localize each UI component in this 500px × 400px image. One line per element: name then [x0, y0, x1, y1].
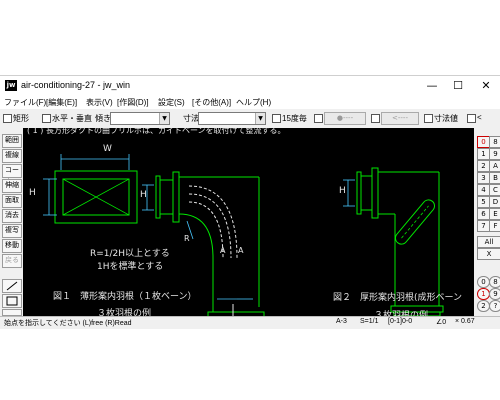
status-bar: 始点を指示してください (L)free (R)Read A-3 S=1/1 [0…: [0, 316, 500, 329]
fig2-caption: 図２ 厚形案内羽根(成形ベーン: [333, 293, 463, 303]
current-layer[interactable]: [0-1]0-0: [388, 318, 412, 325]
layer-8[interactable]: 8: [489, 136, 500, 148]
circle-tool-button[interactable]: [2, 309, 22, 316]
rect-checkbox[interactable]: [3, 114, 12, 123]
fig1-plan-view: [43, 154, 138, 224]
deg15-checkbox[interactable]: [272, 114, 281, 123]
lt-checkbox[interactable]: [467, 114, 476, 123]
layer-x-button[interactable]: X: [477, 248, 500, 260]
dim-combo[interactable]: ▼: [198, 112, 266, 125]
dimval-label: 寸法値: [434, 114, 458, 123]
paper-size[interactable]: A-3: [336, 318, 347, 325]
tool-corner[interactable]: コーナー: [2, 164, 22, 186]
note-radius: R=1/2H以上とする: [90, 249, 170, 259]
tool-move[interactable]: 移動: [2, 239, 22, 253]
duct-drawing: [43, 154, 444, 316]
tool-options-bar: 矩形 水平・垂直 傾き ▼ 寸法 ▼ 15度毎 ●---- <---- 寸法値 …: [0, 110, 500, 127]
tool-erase[interactable]: 消去: [2, 209, 22, 223]
window-title: air-conditioning-27 - jw_win: [21, 80, 131, 90]
tilt-label: 傾き: [95, 114, 111, 123]
menu-file[interactable]: ファイル(F): [4, 97, 46, 108]
height-dim-label: H: [29, 188, 36, 198]
menu-bar: ファイル(F) [編集(E)] 表示(V) [作図(D)] 設定(S) [その他…: [0, 96, 500, 109]
status-message: 始点を指示してください (L)free (R)Read: [4, 320, 132, 327]
group-8-circle[interactable]: 8: [489, 276, 500, 288]
arrow-button[interactable]: <----: [381, 112, 419, 125]
zoom-level[interactable]: × 0.67: [455, 318, 475, 325]
rect-tool-button[interactable]: [2, 294, 22, 308]
lt-label: <: [477, 113, 482, 122]
note-standard: 1Hを標準とする: [97, 262, 164, 272]
menu-other[interactable]: [その他(A)]: [192, 97, 231, 108]
drawing-canvas[interactable]: ( 1 ) 長方形ダクトの曲ブリルボは、カイトベーンを取付けて整流する。 W H…: [23, 128, 474, 316]
menu-help[interactable]: ヘルプ(H): [236, 97, 271, 108]
dimval-checkbox[interactable]: [424, 114, 433, 123]
hv-label: 水平・垂直: [52, 114, 92, 123]
tool-undo[interactable]: 戻る: [2, 254, 22, 268]
hv-checkbox[interactable]: [42, 114, 51, 123]
fig1-subcaption: ３枚羽根の例: [97, 309, 152, 316]
tool-copy[interactable]: 複写: [2, 224, 22, 238]
angle[interactable]: ∠0: [436, 318, 446, 326]
close-button[interactable]: ✕: [472, 76, 500, 96]
line-tool-button[interactable]: [2, 279, 22, 293]
menu-edit[interactable]: [編集(E)]: [46, 97, 77, 108]
layer-D[interactable]: D: [489, 196, 500, 208]
rectangle-icon: [6, 296, 18, 306]
layer-9[interactable]: 9: [489, 148, 500, 160]
tool-extend[interactable]: 伸縮: [2, 179, 22, 193]
layer-A[interactable]: A: [489, 160, 500, 172]
menu-draw[interactable]: [作図(D)]: [117, 97, 149, 108]
tool-chamfer[interactable]: 面取: [2, 194, 22, 208]
menu-settings[interactable]: 設定(S): [158, 97, 185, 108]
layer-C[interactable]: C: [489, 184, 500, 196]
chevron-down-icon: ▼: [159, 113, 169, 124]
app-window: jw air-conditioning-27 - jw_win — ☐ ✕ ファ…: [0, 75, 500, 329]
fig2-height-label: H: [339, 186, 346, 196]
elbow-height-label: H: [140, 190, 147, 200]
rect-label: 矩形: [13, 114, 29, 123]
dim-label: 寸法: [183, 114, 199, 123]
arrow-checkbox[interactable]: [371, 114, 380, 123]
tool-range[interactable]: 範囲: [2, 134, 22, 148]
all-layers-button[interactable]: All: [477, 236, 500, 248]
point-button[interactable]: ●----: [324, 112, 366, 125]
tool-offset[interactable]: 複線: [2, 149, 22, 163]
radius-label: R: [184, 234, 190, 243]
a-label-2: A: [238, 246, 244, 255]
chevron-down-icon: ▼: [255, 113, 265, 124]
group-9-circle[interactable]: 9: [489, 288, 500, 300]
title-bar: jw air-conditioning-27 - jw_win — ☐ ✕: [0, 76, 500, 96]
scale[interactable]: S=1/1: [360, 318, 379, 325]
jw-app-icon: jw: [5, 80, 17, 91]
layer-F[interactable]: F: [489, 220, 500, 232]
deg15-label: 15度毎: [282, 114, 307, 123]
fig1-caption: 図１ 薄形案内羽根（１枚ベーン）: [53, 292, 197, 302]
layer-E[interactable]: E: [489, 208, 500, 220]
menu-view[interactable]: 表示(V): [86, 97, 113, 108]
fig2-subcaption: ３枚羽根の例: [374, 311, 429, 316]
tilt-combo[interactable]: ▼: [110, 112, 170, 125]
minimize-button[interactable]: —: [418, 76, 446, 96]
layer-B[interactable]: B: [489, 172, 500, 184]
a-label-1: A: [220, 246, 226, 255]
line-icon: [6, 281, 18, 291]
maximize-button[interactable]: ☐: [444, 76, 472, 96]
width-dim-label: W: [103, 144, 112, 154]
group-help-circle[interactable]: ?: [489, 300, 500, 312]
snap-checkbox[interactable]: [314, 114, 323, 123]
